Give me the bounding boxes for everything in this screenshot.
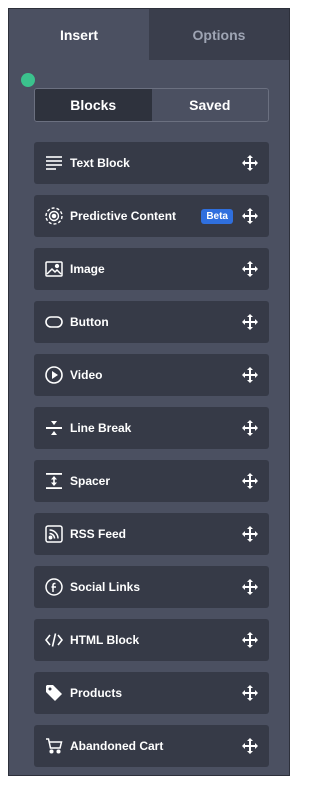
block-label: Abandoned Cart (70, 739, 164, 753)
facebook-icon (44, 577, 64, 597)
image-icon (44, 259, 64, 279)
block-label: Predictive Content (70, 209, 177, 223)
status-dot (21, 73, 35, 87)
code-icon (44, 630, 64, 650)
block-item-rss-feed[interactable]: RSS Feed (34, 513, 269, 555)
block-item-line-break[interactable]: Line Break (34, 407, 269, 449)
drag-handle-icon[interactable] (241, 154, 259, 172)
block-label: Line Break (70, 421, 132, 435)
block-item-html-block[interactable]: HTML Block (34, 619, 269, 661)
block-label: Text Block (70, 156, 130, 170)
block-label: RSS Feed (70, 527, 127, 541)
tab-options[interactable]: Options (149, 9, 289, 60)
text-lines-icon (44, 153, 64, 173)
block-label: Video (70, 368, 103, 382)
block-item-abandoned-cart[interactable]: Abandoned Cart (34, 725, 269, 767)
target-icon (44, 206, 64, 226)
drag-handle-icon[interactable] (241, 419, 259, 437)
block-item-text-block[interactable]: Text Block (34, 142, 269, 184)
drag-handle-icon[interactable] (241, 525, 259, 543)
drag-handle-icon[interactable] (241, 684, 259, 702)
play-icon (44, 365, 64, 385)
rss-icon (44, 524, 64, 544)
block-item-video[interactable]: Video (34, 354, 269, 396)
block-item-image[interactable]: Image (34, 248, 269, 290)
cart-icon (44, 736, 64, 756)
block-label: Image (70, 262, 105, 276)
panel-tabs: Insert Options (9, 9, 289, 60)
drag-handle-icon[interactable] (241, 631, 259, 649)
line-break-icon (44, 418, 64, 438)
drag-handle-icon[interactable] (241, 313, 259, 331)
drag-handle-icon[interactable] (241, 578, 259, 596)
drag-handle-icon[interactable] (241, 366, 259, 384)
blocks-saved-toggle: Blocks Saved (34, 88, 269, 122)
block-item-products[interactable]: Products (34, 672, 269, 714)
drag-handle-icon[interactable] (241, 472, 259, 490)
saved-segment-button[interactable]: Saved (151, 89, 268, 121)
block-label: Spacer (70, 474, 111, 488)
block-label: Social Links (70, 580, 141, 594)
block-item-button[interactable]: Button (34, 301, 269, 343)
drag-handle-icon[interactable] (241, 737, 259, 755)
block-list: Text Block Predictive Content Beta Image… (34, 142, 269, 775)
block-label: HTML Block (70, 633, 140, 647)
spacer-icon (44, 471, 64, 491)
block-label: Button (70, 315, 109, 329)
block-item-spacer[interactable]: Spacer (34, 460, 269, 502)
beta-badge: Beta (201, 208, 233, 224)
button-icon (44, 312, 64, 332)
block-label: Products (70, 686, 123, 700)
drag-handle-icon[interactable] (241, 207, 259, 225)
blocks-segment-button[interactable]: Blocks (35, 89, 152, 121)
block-item-social-links[interactable]: Social Links (34, 566, 269, 608)
tag-icon (44, 683, 64, 703)
drag-handle-icon[interactable] (241, 260, 259, 278)
block-item-predictive-content[interactable]: Predictive Content Beta (34, 195, 269, 237)
tab-insert[interactable]: Insert (9, 9, 149, 60)
insert-panel: Insert Options Blocks Saved Text Block P… (8, 8, 290, 776)
